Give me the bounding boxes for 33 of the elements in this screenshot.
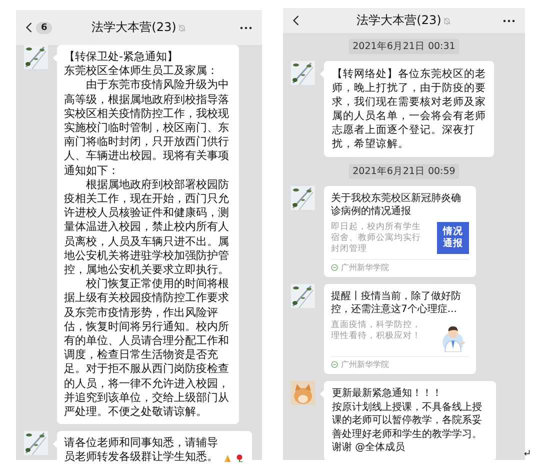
timestamp: 2021年6月21日 00:31 — [348, 39, 460, 54]
link-source: 广州新华学院 — [341, 262, 389, 273]
more-icon[interactable] — [240, 26, 252, 30]
timestamp: 2021年6月21日 00:59 — [348, 164, 460, 179]
link-card[interactable]: 提醒丨疫情当前，除了做好防控，还需注意这7个心理症... 直面疫情，科学防控，理性看待，积极应对！ 广州新华学院 — [324, 284, 476, 374]
rose-icon — [234, 454, 245, 462]
link-description: 直面疫情，科学防控，理性看待，积极应对！ — [331, 320, 422, 342]
paragraph-mark-icon — [524, 450, 530, 456]
message-text: 【转保卫处-紧急通知】 — [64, 50, 179, 64]
link-description: 即日起，校内所有学生宿舍、教师公寓均实行封闭管理 — [331, 222, 422, 255]
message-text: 东莞校区全体师生员工及家属： — [64, 64, 219, 78]
message-text: 更新最新紧急通知！！！ — [332, 387, 443, 400]
message-text: 根据属地政府到校部署校园防疫相关工作，现在开始，西门只允许进校人员核验证件和健康码，测量体温进入校园，禁止校内所有人员离校，人员及车辆只进不出。属地公安机关将进驻学校加强防护管控，属地公安机关要求立即执行。 — [64, 178, 230, 278]
link-title: 关于我校东莞校区新冠肺炎确诊病例的情况通报 — [331, 192, 462, 218]
chat-title: 法学大本营(23) — [356, 12, 442, 29]
back-icon[interactable] — [26, 22, 32, 33]
message-text: 【转网络处】各位东莞校区的老师，晚上打扰了，由于防疫的要求，我们现在需要核对老师及家属的人员名单，一会将会有老师志愿者上面逐个登记。深夜打扰，希望谅解。 — [332, 67, 486, 151]
source-icon — [331, 264, 338, 271]
thumbnail-text: 通报 — [443, 238, 463, 250]
link-card[interactable]: 关于我校东莞校区新冠肺炎确诊病例的情况通报 即日起，校内所有学生宿舍、教师公寓均实行封闭管理 情况 通报 广州新华学院 — [324, 186, 476, 277]
source-icon — [331, 361, 338, 368]
message-text: 按原计划线上授课，不具备线上授课的老师可以暂停教学，各院系妥善处理好老师和学生的教学学习。谢谢 @全体成员 — [332, 400, 483, 454]
thumbnail-text: 情况 — [443, 226, 463, 238]
more-icon[interactable] — [502, 18, 515, 22]
message-text: 请各位老师和同事知悉，请辅导员老师转发各级群让学生知悉。 — [64, 436, 219, 462]
back-icon[interactable] — [293, 15, 299, 26]
chat-title: 法学大本营(23) — [92, 19, 176, 36]
praying-hands-icon — [222, 454, 233, 462]
link-title: 提醒丨疫情当前，除了做好防控，还需注意这7个心理症... — [331, 290, 462, 316]
link-source: 广州新华学院 — [341, 359, 389, 370]
unread-count: 6 — [36, 22, 52, 34]
message-text: 校门恢复正常使用的时间将根据上级有关校园疫情防控工作要求及东莞市疫情形势，作出风险评估，恢复时间将另行通知。校内所有的单位、人员请合理分配工作和调度，检查日常生活物资是否充足。对于拒不服从西门岗防疫检查的人员，将一律不允许进入校园，并追究到该单位，交给上级部门从严处理。不便之处敬请谅解。 — [64, 277, 230, 420]
message-text: 由于东莞市疫情风险升级为中高等级，根据属地政府到校指导落实校区相关疫情防控工作，我校现实施校门临时管制，校区南门、东南门将临时封闭，只开放西门供行人、车辆进出校园。现将有关事项通知如下： — [64, 78, 230, 178]
